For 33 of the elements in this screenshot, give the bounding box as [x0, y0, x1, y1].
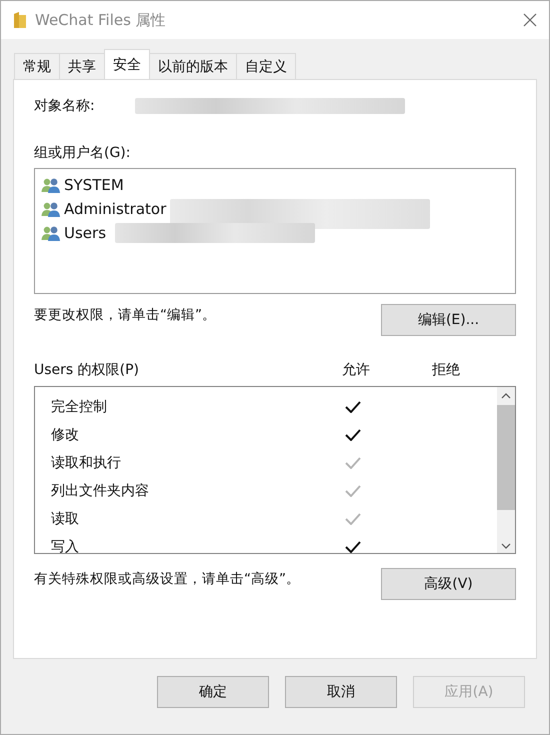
permission-name: 完全控制	[51, 398, 108, 416]
dialog-button[interactable]: 确定	[157, 676, 269, 708]
groups-label: 组或用户名(G):	[34, 144, 132, 162]
folder-icon	[13, 11, 27, 29]
close-icon[interactable]	[523, 13, 537, 27]
advanced-button[interactable]: 高级(V)	[381, 568, 516, 600]
scrollbar[interactable]	[497, 387, 515, 553]
window-title: WeChat Files 属性	[35, 10, 167, 30]
scroll-thumb[interactable]	[497, 405, 515, 510]
advanced-hint: 有关特殊权限或高级设置，请单击“高级”。	[34, 570, 300, 588]
allow-header: 允许	[341, 361, 371, 379]
permission-name: 读取和执行	[51, 454, 122, 472]
deny-header: 拒绝	[431, 361, 461, 379]
tab[interactable]: 常规	[14, 53, 60, 79]
permission-name: 写入	[51, 538, 80, 553]
permissions-label: Users 的权限(P)	[34, 361, 140, 379]
permission-name: 列出文件夹内容	[51, 482, 150, 500]
users-icon	[41, 177, 61, 193]
permission-name: 修改	[51, 426, 80, 444]
dialog-button[interactable]: 取消	[285, 676, 397, 708]
users-icon	[41, 225, 61, 241]
scroll-up-icon[interactable]	[501, 393, 511, 399]
scroll-down-icon[interactable]	[501, 543, 511, 549]
user-item[interactable]: Users	[41, 221, 106, 245]
edit-button[interactable]: 编辑(E)...	[381, 304, 516, 336]
object-name-label: 对象名称:	[34, 97, 95, 115]
user-item[interactable]: Administrator	[41, 197, 166, 221]
edit-hint: 要更改权限，请单击“编辑”。	[34, 306, 216, 324]
user-item[interactable]: SYSTEM	[41, 173, 124, 197]
tab[interactable]: 安全	[104, 49, 150, 79]
tab[interactable]: 自定义	[236, 53, 296, 79]
permission-name: 读取	[51, 510, 80, 528]
users-icon	[41, 201, 61, 217]
